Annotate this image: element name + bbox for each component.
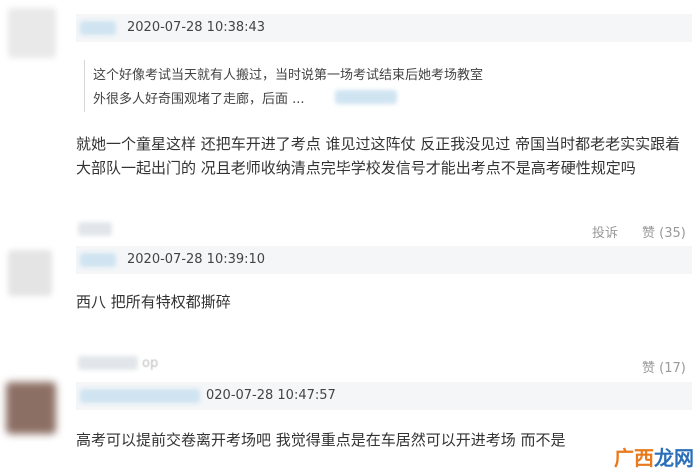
username[interactable] [80,21,116,35]
blurred-quote-author [335,90,397,104]
username[interactable] [80,253,116,267]
report-button[interactable]: 投诉 [592,222,618,241]
comment-timestamp: 2020-07-28 10:39:10 [127,252,266,267]
like-button[interactable]: 赞 (17) [642,357,686,376]
comment-text-line: 高考可以提前交卷离开考场吧 我觉得重点是在车居然可以开进考场 而不是 [76,431,566,449]
site-watermark-logo: 广西龙网 [614,442,694,471]
avatar[interactable] [8,8,56,58]
quote-text-line: 这个好像考试当天就有人搬过，当时说第一场考试结束后她考场教室 [93,68,484,83]
comment-text-line: 就她一个童星这样 还把车开进了考点 谁见过这阵仗 反正我没见过 帝国当时都老老实… [76,135,681,153]
username[interactable] [80,389,200,403]
blurred-commenter-label [78,222,112,236]
avatar[interactable] [8,250,52,296]
avatar[interactable] [6,382,56,434]
comment-text-line: 西八 把所有特权都撕碎 [76,293,231,311]
watermark-text-a: 广西 [614,446,654,470]
quoted-reply: 这个好像考试当天就有人搬过，当时说第一场考试结束后她考场教室 外很多人好奇围观堵… [84,60,625,112]
comment-timestamp: 020-07-28 10:47:57 [206,388,336,403]
quote-text-line: 外很多人好奇围观堵了走廊，后面 ... [93,92,305,107]
comment-timestamp: 2020-07-28 10:38:43 [127,20,266,35]
like-button[interactable]: 赞 (35) [642,222,686,241]
blurred-commenter-label [78,356,138,370]
blurred-fragment: op [142,356,159,371]
watermark-text-b: 龙网 [654,446,694,470]
comment-text-line: 大部队一起出门的 况且老师收纳清点完毕学校发信号才能出考点不是高考硬性规定吗 [76,159,636,177]
